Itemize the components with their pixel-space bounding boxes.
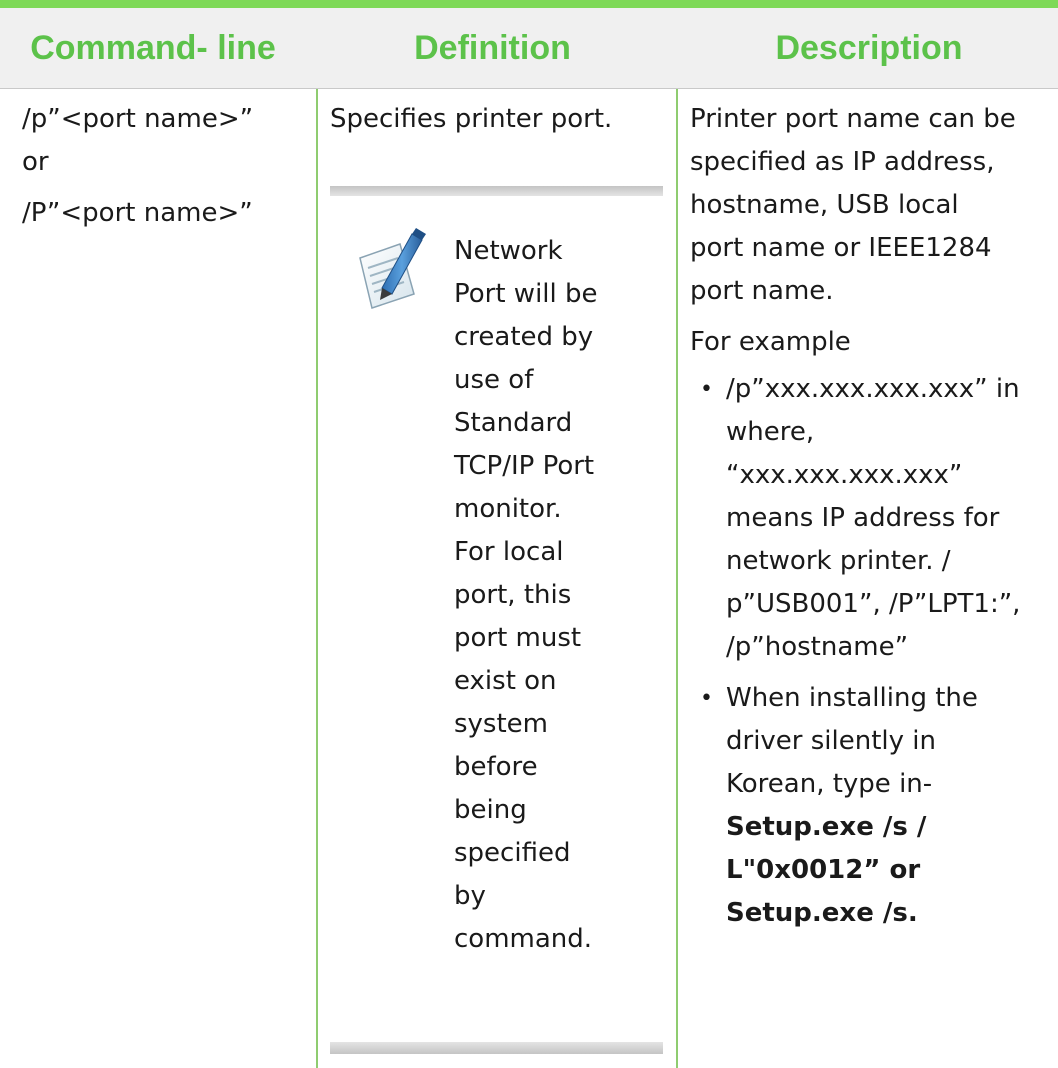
note-line: port, this — [454, 580, 572, 610]
description-cell: Printer port name can be specified as IP… — [690, 98, 1058, 943]
header-definition: Definition — [414, 29, 571, 67]
note-line: Standard — [454, 408, 573, 438]
description-line: specified as IP address, — [690, 147, 995, 177]
command-example-bold: Setup.exe /s / — [726, 812, 927, 842]
bullet-line: /p”hostname” — [726, 632, 909, 662]
note-line: TCP/IP Port — [454, 451, 595, 481]
column-divider — [676, 89, 678, 1068]
bullet-icon: • — [700, 377, 713, 402]
bullet-line: driver silently in — [726, 726, 936, 756]
definition-text: Specifies printer port. — [330, 104, 613, 134]
description-line: hostname, USB local — [690, 190, 959, 220]
command-line-text: /P”<port name>” — [22, 198, 253, 228]
command-example-bold: L"0x0012” or — [726, 855, 921, 885]
description-line: port name. — [690, 276, 834, 306]
header-command-line: Command- line — [30, 29, 276, 67]
list-item: • When installing the driver silently in… — [690, 677, 1058, 935]
header-description: Description — [775, 29, 963, 67]
top-rule — [0, 0, 1058, 8]
note-line: command. — [454, 924, 593, 954]
bullet-line: “xxx.xxx.xxx.xxx” — [726, 460, 963, 490]
note-line: specified — [454, 838, 571, 868]
note-line: by — [454, 881, 486, 911]
definition-cell: Specifies printer port. — [330, 98, 670, 141]
bullet-line: p”USB001”, /P”LPT1:”, — [726, 589, 1021, 619]
table-header-row: Command- line Definition Description — [0, 8, 1058, 89]
note-line: Network — [454, 236, 563, 266]
command-line-or: or — [22, 147, 49, 177]
note-line: created by — [454, 322, 594, 352]
description-intro: Printer port name can be specified as IP… — [690, 98, 1058, 313]
note-line: Port will be — [454, 279, 598, 309]
bullet-line: Korean, type in- — [726, 769, 933, 799]
note-line: system — [454, 709, 548, 739]
bullet-line: network printer. / — [726, 546, 951, 576]
description-line: Printer port name can be — [690, 104, 1016, 134]
bullet-icon: • — [700, 686, 713, 711]
note-line: being — [454, 795, 527, 825]
note-line: before — [454, 752, 538, 782]
note-bottom-bar — [330, 1042, 663, 1054]
description-line: port name or IEEE1284 — [690, 233, 992, 263]
note-text: Network Port will be created by use of S… — [454, 230, 654, 961]
bullet-line: /p”xxx.xxx.xxx.xxx” in — [726, 374, 1020, 404]
note-box: Network Port will be created by use of S… — [330, 186, 663, 1056]
note-line: For local — [454, 537, 564, 567]
example-label: For example — [690, 327, 851, 357]
note-line: monitor. — [454, 494, 562, 524]
command-line-cell: /p”<port name>” or /P”<port name>” — [22, 98, 307, 235]
note-line: use of — [454, 365, 534, 395]
bullet-line: means IP address for — [726, 503, 1000, 533]
bullet-line: When installing the — [726, 683, 978, 713]
column-divider — [316, 89, 318, 1068]
note-top-bar — [330, 186, 663, 196]
note-line: port must — [454, 623, 582, 653]
command-line-text: /p”<port name>” — [22, 104, 254, 134]
command-example-bold: Setup.exe /s. — [726, 898, 918, 928]
bullet-line: where, — [726, 417, 815, 447]
note-pencil-icon — [354, 228, 426, 310]
list-item: • /p”xxx.xxx.xxx.xxx” in where, “xxx.xxx… — [690, 368, 1058, 669]
note-line: exist on — [454, 666, 557, 696]
example-list: • /p”xxx.xxx.xxx.xxx” in where, “xxx.xxx… — [690, 368, 1058, 935]
